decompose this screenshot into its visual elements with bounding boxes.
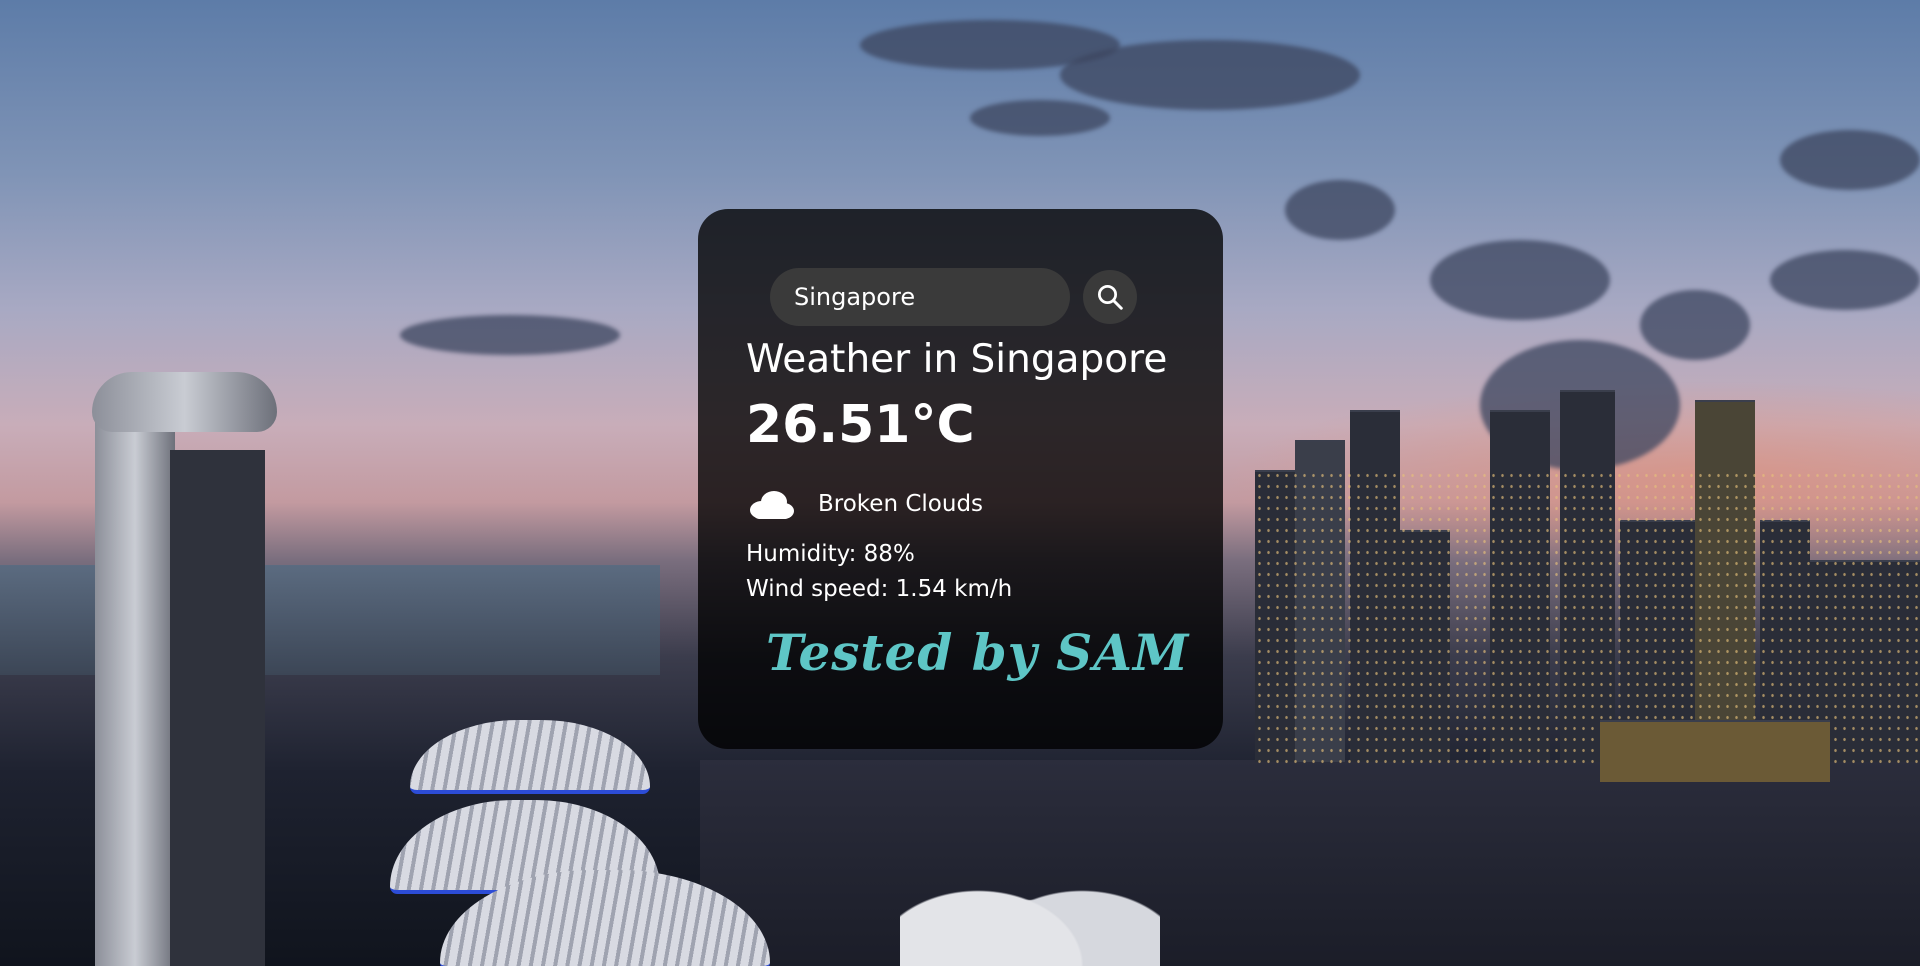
weather-description: Broken Clouds xyxy=(818,491,984,517)
skypark xyxy=(92,372,277,432)
cloud-shape xyxy=(1285,180,1395,240)
humidity-value: Humidity: 88% xyxy=(746,541,915,567)
garden-dome xyxy=(410,720,650,794)
cloud-shape xyxy=(970,100,1110,136)
cloud-shape xyxy=(400,315,620,355)
cloud-shape xyxy=(1430,240,1610,320)
cloud-shape xyxy=(1640,290,1750,360)
weather-card: Weather in Singapore 26.51°C Broken Clou… xyxy=(698,209,1223,749)
cloud-icon xyxy=(746,488,794,520)
bay-water xyxy=(700,760,1920,966)
wind-speed-value: Wind speed: 1.54 km/h xyxy=(746,576,1013,602)
hotel xyxy=(1600,720,1830,782)
search-input[interactable] xyxy=(770,268,1070,326)
tested-by-label: Tested by SAM xyxy=(766,623,1190,682)
cloud-shape xyxy=(1780,130,1920,190)
search-bar xyxy=(770,268,1137,326)
search-icon xyxy=(1095,282,1125,312)
city-title: Weather in Singapore xyxy=(746,337,1168,382)
museum-building xyxy=(900,835,1160,966)
weather-condition: Broken Clouds xyxy=(746,488,983,520)
cloud-shape xyxy=(1060,40,1360,110)
hotel-tower xyxy=(170,450,265,966)
hotel-tower xyxy=(95,420,175,966)
temperature: 26.51°C xyxy=(746,395,975,455)
search-button[interactable] xyxy=(1083,270,1137,324)
cloud-shape xyxy=(1770,250,1920,310)
